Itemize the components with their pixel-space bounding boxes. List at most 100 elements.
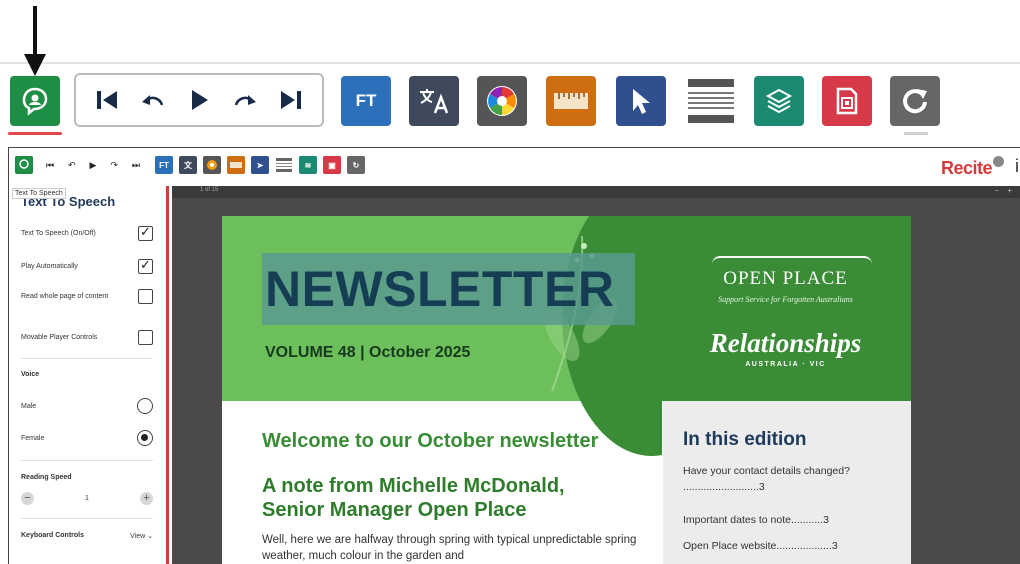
tts-onoff-checkbox[interactable] xyxy=(138,224,153,241)
document-viewer: 1 of 15 − + NEWSLETTER VOLUME 48 | Octob… xyxy=(172,186,1020,564)
toc-item-page: 3 xyxy=(823,514,829,526)
viewer-toolbar: 1 of 15 − + xyxy=(172,186,1020,198)
speech-head-icon xyxy=(22,87,48,116)
option-read-whole[interactable]: Read whole page of content xyxy=(21,289,153,304)
voice-female[interactable]: Female xyxy=(21,430,153,446)
toc-item-text: Open Place website xyxy=(683,540,777,552)
newsletter-page: NEWSLETTER VOLUME 48 | October 2025 OPEN… xyxy=(222,216,911,564)
mini-skip-back-icon[interactable]: ⏮ xyxy=(46,160,54,171)
color-button[interactable] xyxy=(477,76,527,126)
mini-color-icon[interactable] xyxy=(203,156,221,174)
mini-rewind-icon[interactable]: ↶ xyxy=(68,160,76,171)
translate-button[interactable] xyxy=(409,76,459,126)
partner-sub: AUSTRALIA · VIC xyxy=(745,361,826,368)
skip-back-icon[interactable] xyxy=(90,83,124,117)
rewind-icon[interactable] xyxy=(136,83,170,117)
newsletter-title: NEWSLETTER xyxy=(265,261,615,317)
toc-item-text: Have your contact details changed? xyxy=(683,465,850,477)
mini-ruler-icon[interactable] xyxy=(227,156,245,174)
reset-button[interactable] xyxy=(890,76,940,126)
org-tagline: Support Service for Forgotten Australian… xyxy=(718,295,853,304)
ruler-button[interactable] xyxy=(546,76,596,126)
speed-value: 1 xyxy=(85,495,89,502)
reading-speed-stepper: − 1 + xyxy=(21,492,153,505)
forward-icon[interactable] xyxy=(228,83,262,117)
in-this-edition-box: In this edition Have your contact detail… xyxy=(662,401,911,564)
option-movable-controls[interactable]: Movable Player Controls xyxy=(21,330,153,345)
zoom-controls[interactable]: − + xyxy=(994,186,1015,195)
option-label: Movable Player Controls xyxy=(21,334,98,341)
mini-forward-icon[interactable]: ↷ xyxy=(110,160,118,171)
pointer-button[interactable] xyxy=(616,76,666,126)
note-heading: A note from Michelle McDonald, Senior Ma… xyxy=(262,475,565,521)
page-indicator: 1 of 15 xyxy=(200,187,219,193)
toolbar-divider xyxy=(0,62,1020,64)
text-to-speech-button[interactable] xyxy=(10,76,60,126)
toc-item[interactable]: Important dates to note...........3 xyxy=(683,512,875,528)
speed-decrease-button[interactable]: − xyxy=(21,492,34,505)
toc-item-page: 3 xyxy=(758,481,765,493)
recite-badge-icon xyxy=(993,156,1005,167)
play-icon[interactable] xyxy=(182,83,216,117)
mini-translate-icon[interactable]: 文 xyxy=(179,156,197,174)
embedded-screenshot: ⏮ ↶ ▶ ↷ ⏭ FT 文 ➤ ≋ ▣ ↻ Recite i Text To … xyxy=(8,147,1020,564)
mini-reset-icon[interactable]: ↻ xyxy=(347,156,365,174)
female-radio[interactable] xyxy=(137,430,153,446)
option-label: Play Automatically xyxy=(21,263,78,270)
mini-font-button[interactable]: FT xyxy=(155,156,173,174)
info-glyph: i xyxy=(1015,156,1019,176)
toc-item-page: 3 xyxy=(831,540,838,552)
reset-indicator xyxy=(904,132,928,135)
male-radio[interactable] xyxy=(137,398,153,414)
mini-skip-forward-icon[interactable]: ⏭ xyxy=(132,160,140,171)
toc-title: In this edition xyxy=(683,429,807,450)
separator xyxy=(21,460,153,461)
option-tts-onoff[interactable]: Text To Speech (On/Off) xyxy=(21,224,153,241)
option-play-auto[interactable]: Play Automatically xyxy=(21,257,153,274)
tooltip: Text To Speech xyxy=(12,188,66,199)
recite-logo: Recite xyxy=(941,156,1005,179)
mini-speech-icon[interactable] xyxy=(15,156,33,174)
pdf-button[interactable] xyxy=(822,76,872,126)
toc-item[interactable]: Open Place website...................3 xyxy=(683,538,875,554)
mini-play-icon[interactable]: ▶ xyxy=(90,160,97,171)
mini-cursor-icon[interactable]: ➤ xyxy=(251,156,269,174)
mask-lines-icon xyxy=(688,79,734,123)
toc-item-text: Important dates to note xyxy=(683,514,791,526)
partner-logo-text: Relationships xyxy=(709,328,862,358)
mini-layers-icon[interactable]: ≋ xyxy=(299,156,317,174)
cursor-icon xyxy=(633,89,650,114)
separator xyxy=(21,518,153,519)
pointer-arrow-icon xyxy=(24,6,46,76)
layers-icon xyxy=(765,88,793,114)
text-to-speech-panel: Text To Speech Text To Speech (On/Off) P… xyxy=(9,186,169,564)
org-name: OPEN PLACE xyxy=(723,268,848,289)
keyboard-controls-row: Keyboard Controls View ⌄ xyxy=(21,532,153,540)
active-indicator xyxy=(8,132,62,135)
keyboard-controls-label: Keyboard Controls xyxy=(21,532,85,539)
movable-controls-checkbox[interactable] xyxy=(138,330,153,345)
mini-player-controls: ⏮ ↶ ▶ ↷ ⏭ xyxy=(39,156,147,174)
toc-item[interactable]: Have your contact details changed? .....… xyxy=(683,463,875,495)
skip-forward-icon[interactable] xyxy=(274,83,308,117)
font-button[interactable]: FT xyxy=(341,76,391,126)
speed-increase-button[interactable]: + xyxy=(140,492,153,505)
reset-icon xyxy=(903,89,927,114)
option-label: Text To Speech (On/Off) xyxy=(21,230,96,237)
volume-line: VOLUME 48 | October 2025 xyxy=(265,344,471,361)
play-auto-checkbox[interactable] xyxy=(138,257,153,274)
simplify-button[interactable] xyxy=(754,76,804,126)
mini-pdf-icon[interactable]: ▣ xyxy=(323,156,341,174)
option-label: Read whole page of content xyxy=(21,293,109,300)
ruler-icon xyxy=(554,93,588,109)
voice-male[interactable]: Male xyxy=(21,398,153,414)
reading-speed-label: Reading Speed xyxy=(21,474,72,481)
keyboard-view-toggle[interactable]: View ⌄ xyxy=(130,532,153,540)
screen-mask-button[interactable] xyxy=(686,76,736,126)
logo-arc xyxy=(712,256,872,264)
pdf-icon xyxy=(836,87,858,115)
mini-mask-icon[interactable] xyxy=(275,156,293,174)
voice-label: Voice xyxy=(21,371,40,378)
player-controls xyxy=(74,73,324,127)
read-whole-checkbox[interactable] xyxy=(138,289,153,304)
